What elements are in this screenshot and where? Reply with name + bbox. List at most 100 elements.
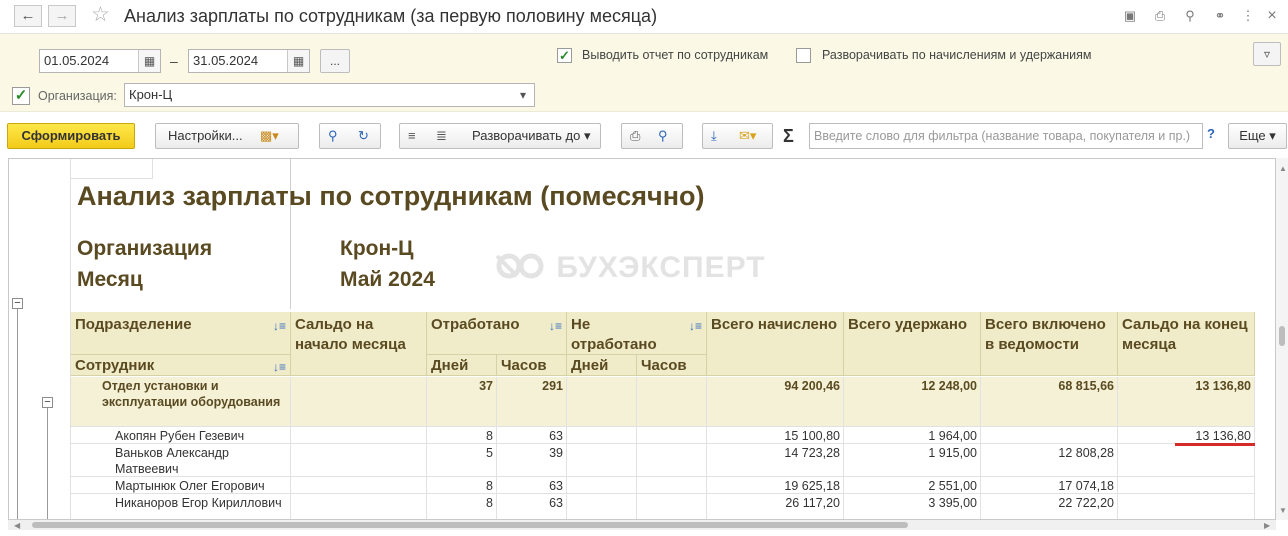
col-employee[interactable]: Сотрудник ↓≡ xyxy=(71,355,291,376)
group-accrued-cell[interactable]: 94 200,46 xyxy=(707,377,844,427)
dropdown-arrow-icon[interactable]: ▾ xyxy=(512,84,534,106)
sum-icon[interactable]: Σ xyxy=(783,126,794,147)
opening-cell[interactable] xyxy=(291,427,427,444)
organization-checkbox[interactable]: ✓ xyxy=(12,87,30,105)
col-withheld[interactable]: Всего удержано xyxy=(844,312,981,376)
withheld-cell[interactable]: 3 395,00 xyxy=(844,494,981,519)
closing-cell[interactable]: 13 136,80 xyxy=(1118,427,1255,444)
back-arrow-icon[interactable]: ← xyxy=(14,5,42,27)
withheld-cell[interactable]: 1 915,00 xyxy=(844,444,981,477)
generate-button[interactable]: Сформировать xyxy=(7,123,135,149)
accrued-cell[interactable]: 19 625,18 xyxy=(707,477,844,494)
scroll-left-icon[interactable]: ◀ xyxy=(14,521,20,530)
filter-settings-icon[interactable]: ▿ xyxy=(1253,42,1281,66)
horizontal-scroll-thumb[interactable] xyxy=(32,522,908,528)
closing-cell[interactable] xyxy=(1118,494,1255,519)
date-from-field[interactable]: 01.05.2024 ▦ xyxy=(39,49,161,73)
group-opening-cell[interactable] xyxy=(291,377,427,427)
mail-icon[interactable]: ✉▾ xyxy=(739,124,756,148)
opening-cell[interactable] xyxy=(291,477,427,494)
opening-cell[interactable] xyxy=(291,444,427,477)
in-statement-cell[interactable]: 12 808,28 xyxy=(981,444,1118,477)
sort-icon[interactable]: ↓≡ xyxy=(273,316,286,336)
nw-hours-cell[interactable] xyxy=(637,477,707,494)
nw-days-cell[interactable] xyxy=(567,427,637,444)
days-cell[interactable]: 5 xyxy=(427,444,497,477)
calendar-icon[interactable]: ▦ xyxy=(138,50,160,72)
help-icon[interactable]: ? xyxy=(1207,126,1215,141)
variants-icon[interactable]: ▩▾ xyxy=(260,124,279,148)
sort-icon[interactable]: ↓≡ xyxy=(689,316,702,336)
nw-hours-cell[interactable] xyxy=(637,427,707,444)
employee-name-cell[interactable]: Мартынюк Олег Егорович xyxy=(71,477,291,494)
print-icon[interactable]: ⎙ xyxy=(1150,7,1170,25)
show-by-employee-checkbox[interactable]: ✓ xyxy=(557,48,572,63)
group-withheld-cell[interactable]: 12 248,00 xyxy=(844,377,981,427)
col-worked-hours[interactable]: Часов xyxy=(497,355,567,376)
scroll-right-icon[interactable]: ▶ xyxy=(1264,521,1270,530)
period-select-button[interactable]: ... xyxy=(320,49,350,73)
accrued-cell[interactable]: 26 117,20 xyxy=(707,494,844,519)
nw-days-cell[interactable] xyxy=(567,477,637,494)
print-preview-icon[interactable]: ⚲ xyxy=(658,124,668,148)
group-name-cell[interactable]: Отдел установки и эксплуатации оборудова… xyxy=(71,377,291,427)
sort-icon[interactable]: ↓≡ xyxy=(273,357,286,377)
collapse-all-toggle-icon[interactable]: − xyxy=(12,298,23,309)
horizontal-scrollbar[interactable]: ◀ ▶ xyxy=(8,520,1276,530)
download-icon[interactable]: ⤓ xyxy=(711,124,717,148)
link-icon[interactable]: ⚭ xyxy=(1210,7,1230,25)
closing-cell[interactable] xyxy=(1118,444,1255,477)
more-button[interactable]: Еще ▾ xyxy=(1228,123,1287,149)
nw-hours-cell[interactable] xyxy=(637,494,707,519)
col-worked[interactable]: Отработано ↓≡ xyxy=(427,312,567,355)
group-days-cell[interactable]: 37 xyxy=(427,377,497,427)
search-doc-icon[interactable]: ⚲ xyxy=(1180,7,1200,25)
group-in-statement-cell[interactable]: 68 815,66 xyxy=(981,377,1118,427)
employee-name-cell[interactable]: Ваньков Александр Матвеевич xyxy=(71,444,291,477)
withheld-cell[interactable]: 1 964,00 xyxy=(844,427,981,444)
col-worked-days[interactable]: Дней xyxy=(427,355,497,376)
vertical-scroll-thumb[interactable] xyxy=(1279,326,1285,346)
employee-name-cell[interactable]: Акопян Рубен Гезевич xyxy=(71,427,291,444)
calendar-icon[interactable]: ▦ xyxy=(287,50,309,72)
filter-input[interactable]: Введите слово для фильтра (название това… xyxy=(809,123,1203,149)
col-not-worked[interactable]: Не отработано ↓≡ xyxy=(567,312,707,355)
group-nw-hours-cell[interactable] xyxy=(637,377,707,427)
hours-cell[interactable]: 63 xyxy=(497,494,567,519)
report-spreadsheet[interactable]: − − Анализ зарплаты по сотрудникам (поме… xyxy=(8,158,1276,520)
favorite-star-icon[interactable]: ☆ xyxy=(91,3,110,27)
col-department[interactable]: Подразделение ↓≡ xyxy=(71,312,291,355)
accrued-cell[interactable]: 15 100,80 xyxy=(707,427,844,444)
collapse-all-icon[interactable]: ≣ xyxy=(436,124,447,148)
more-menu-icon[interactable]: ⋮ xyxy=(1238,7,1258,25)
expand-accruals-checkbox[interactable] xyxy=(796,48,811,63)
group-hours-cell[interactable]: 291 xyxy=(497,377,567,427)
sort-icon[interactable]: ↓≡ xyxy=(549,316,562,336)
search-icon[interactable]: ⚲ xyxy=(328,124,338,148)
group-closing-cell[interactable]: 13 136,80 xyxy=(1118,377,1255,427)
organization-field[interactable]: Крон-Ц ▾ xyxy=(124,83,535,107)
expand-to-button[interactable]: Разворачивать до ▾ xyxy=(472,124,590,148)
print-icon[interactable]: ⎙ xyxy=(630,124,640,148)
hours-cell[interactable]: 63 xyxy=(497,477,567,494)
collapse-group-toggle-icon[interactable]: − xyxy=(42,397,53,408)
in-statement-cell[interactable]: 22 722,20 xyxy=(981,494,1118,519)
col-notworked-days[interactable]: Дней xyxy=(567,355,637,376)
employee-name-cell[interactable]: Никаноров Егор Кириллович xyxy=(71,494,291,519)
opening-cell[interactable] xyxy=(291,494,427,519)
col-accrued[interactable]: Всего начислено xyxy=(707,312,844,376)
vertical-scrollbar[interactable]: ▲ ▼ xyxy=(1276,158,1288,520)
closing-cell[interactable] xyxy=(1118,477,1255,494)
nw-hours-cell[interactable] xyxy=(637,444,707,477)
nw-days-cell[interactable] xyxy=(567,444,637,477)
expand-all-icon[interactable]: ≡ xyxy=(408,124,416,148)
col-opening-balance[interactable]: Сальдо на начало месяца xyxy=(291,312,427,376)
col-in-statement[interactable]: Всего включено в ведомости xyxy=(981,312,1118,376)
days-cell[interactable]: 8 xyxy=(427,427,497,444)
hours-cell[interactable]: 63 xyxy=(497,427,567,444)
days-cell[interactable]: 8 xyxy=(427,477,497,494)
accrued-cell[interactable]: 14 723,28 xyxy=(707,444,844,477)
close-icon[interactable]: × xyxy=(1262,7,1282,25)
save-icon[interactable]: ▣ xyxy=(1120,7,1140,25)
days-cell[interactable]: 8 xyxy=(427,494,497,519)
